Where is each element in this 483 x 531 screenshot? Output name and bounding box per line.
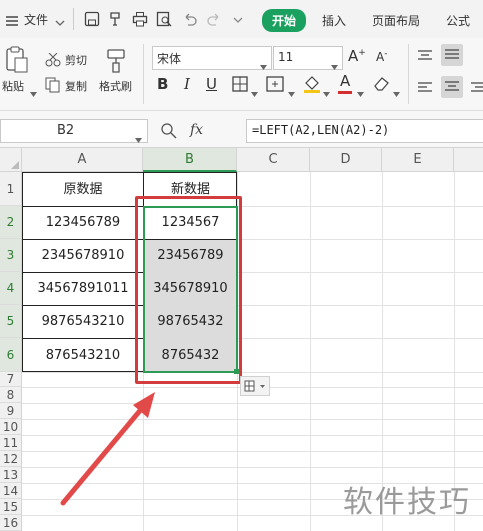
cell-a1[interactable]: 原数据 [23, 173, 143, 206]
chevron-down-icon[interactable] [135, 128, 142, 147]
align-right-icon[interactable] [471, 80, 483, 99]
row-header-1[interactable]: 1 [0, 172, 22, 206]
column-header-c[interactable]: C [237, 148, 310, 172]
borders-icon[interactable] [232, 76, 248, 96]
formula-input[interactable]: =LEFT(A2,LEN(A2)-2) [246, 119, 483, 143]
row-header-13[interactable]: 13 [0, 467, 22, 483]
font-name-select[interactable]: 宋体 [152, 46, 272, 70]
divider [408, 44, 409, 104]
row-header-4[interactable]: 4 [0, 272, 22, 305]
row-header-9[interactable]: 9 [0, 403, 22, 419]
chevron-down-icon[interactable] [323, 82, 330, 101]
chevron-down-icon[interactable] [55, 13, 65, 32]
row-header-15[interactable]: 15 [0, 499, 22, 515]
align-center-icon[interactable] [441, 76, 463, 98]
auto-fill-options-button[interactable] [240, 376, 270, 396]
column-header-e[interactable]: E [382, 148, 454, 172]
merge-icon[interactable] [266, 76, 284, 96]
font-color-icon[interactable]: A [340, 72, 350, 90]
row-header-7[interactable]: 7 [0, 372, 22, 387]
chevron-down-icon[interactable] [251, 82, 258, 101]
file-menu[interactable]: 文件 [24, 11, 48, 28]
cell-ref: B2 [57, 123, 75, 138]
row-header-14[interactable]: 14 [0, 483, 22, 499]
bold-icon[interactable]: B [157, 75, 168, 93]
tab-home[interactable]: 开始 [262, 9, 307, 32]
zoom-formula-icon[interactable] [161, 123, 177, 143]
italic-icon[interactable]: I [184, 75, 190, 93]
row-header-6[interactable]: 6 [0, 338, 22, 372]
fill-color-icon[interactable] [302, 74, 322, 98]
chevron-down-icon[interactable] [331, 55, 338, 74]
menu-bar: 文件 开始 插入 页面布局 公式 [0, 0, 483, 38]
column-header-a[interactable]: A [22, 148, 143, 172]
copy-button[interactable]: 复制 [65, 78, 87, 94]
font-size-value: 11 [278, 50, 294, 64]
annotation-rectangle [135, 196, 242, 384]
font-color-swatch [338, 91, 352, 94]
paste-icon[interactable] [3, 46, 29, 78]
font-name-value: 宋体 [157, 52, 182, 66]
chevron-down-icon[interactable] [393, 82, 400, 101]
divider [73, 8, 74, 30]
align-left-icon[interactable] [417, 80, 433, 99]
chevron-down-icon[interactable] [30, 82, 37, 101]
font-size-select[interactable]: 11 [273, 46, 343, 70]
row-header-12[interactable]: 12 [0, 451, 22, 467]
undo-icon[interactable] [182, 11, 198, 31]
fx-button[interactable]: fx [190, 122, 203, 138]
annotation-arrow [60, 392, 155, 506]
row-header-8[interactable]: 8 [0, 387, 22, 403]
watermark-text: 软件技巧 [343, 485, 471, 520]
auto-fill-icon [244, 380, 265, 392]
decrease-font-icon[interactable]: A- [376, 49, 387, 64]
tab-insert[interactable]: 插入 [322, 12, 346, 29]
print-icon[interactable] [132, 11, 148, 31]
redo-icon[interactable] [206, 11, 222, 31]
cut-button[interactable]: 剪切 [65, 52, 87, 68]
name-box[interactable]: B2 [0, 119, 148, 143]
row-header-3[interactable]: 3 [0, 239, 22, 272]
column-header-f[interactable] [454, 148, 483, 172]
cell-a2[interactable]: 123456789 [23, 207, 143, 239]
format-painter-button[interactable]: 格式刷 [99, 78, 132, 94]
cell-a3[interactable]: 2345678910 [23, 240, 143, 272]
increase-font-icon[interactable]: A+ [348, 47, 366, 65]
underline-icon[interactable]: U [206, 75, 217, 93]
row-header-5[interactable]: 5 [0, 305, 22, 338]
column-header-d[interactable]: D [310, 148, 382, 172]
ribbon: 粘贴 剪切 复制 格式刷 宋体 11 A+ A- B I U A [0, 38, 483, 111]
divider [143, 44, 144, 104]
cell-a5[interactable]: 9876543210 [23, 306, 143, 338]
chevron-down-icon[interactable] [288, 82, 295, 101]
column-header-b[interactable]: B [143, 148, 237, 172]
paste-format-icon[interactable] [108, 11, 124, 31]
tab-formulas[interactable]: 公式 [446, 12, 470, 29]
scissors-icon[interactable] [45, 52, 61, 71]
eraser-icon[interactable] [372, 75, 390, 95]
align-middle-icon[interactable] [441, 44, 463, 66]
chevron-down-icon[interactable] [260, 55, 267, 74]
gridline [22, 372, 483, 373]
gridline [310, 172, 311, 531]
tab-page-layout[interactable]: 页面布局 [372, 12, 420, 29]
customize-icon[interactable] [230, 11, 246, 31]
formula-bar: B2 fx =LEFT(A2,LEN(A2)-2) [0, 111, 483, 148]
format-painter-icon[interactable] [105, 48, 129, 78]
hamburger-icon[interactable] [6, 12, 18, 31]
print-preview-icon[interactable] [156, 11, 172, 31]
save-icon[interactable] [84, 11, 100, 31]
cell-a6[interactable]: 876543210 [23, 339, 143, 372]
row-header-10[interactable]: 10 [0, 419, 22, 435]
paste-button[interactable]: 粘贴 [2, 78, 24, 94]
formula-text: =LEFT(A2,LEN(A2)-2) [252, 123, 390, 137]
select-all-corner[interactable] [0, 148, 22, 172]
row-header-2[interactable]: 2 [0, 206, 22, 239]
chevron-down-icon[interactable] [357, 82, 364, 101]
copy-icon[interactable] [45, 77, 61, 97]
cell-a4[interactable]: 34567891011 [23, 273, 143, 305]
row-header-11[interactable]: 11 [0, 435, 22, 451]
row-header-16[interactable]: 16 [0, 515, 22, 531]
align-top-icon[interactable] [417, 48, 433, 67]
